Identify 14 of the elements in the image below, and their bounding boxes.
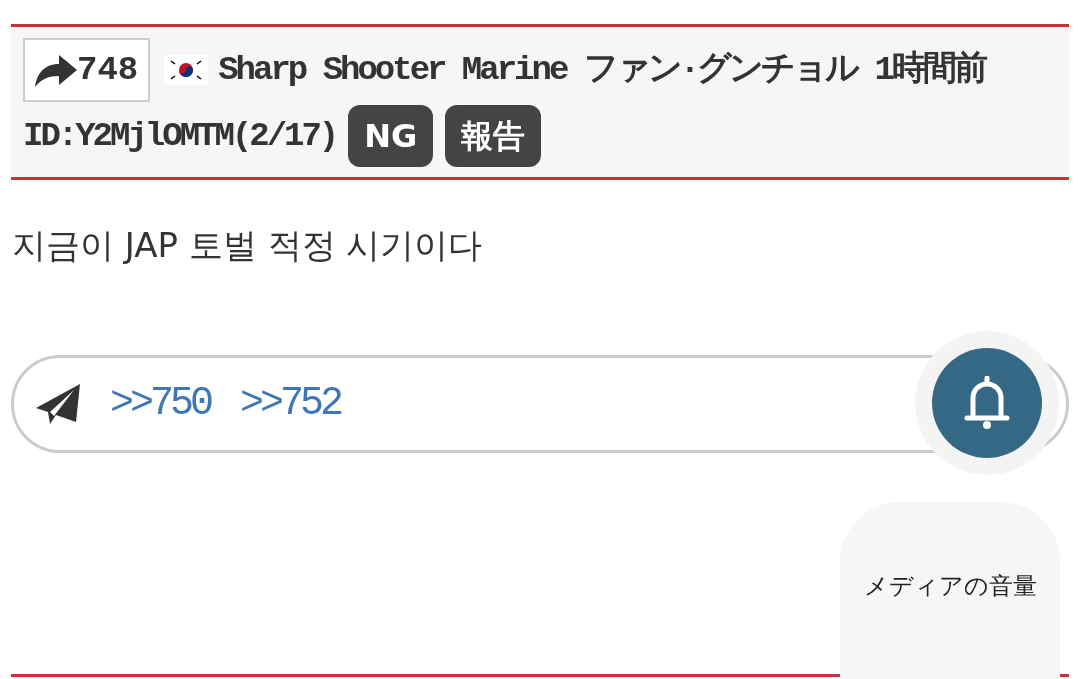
volume-label: メディアの音量: [863, 572, 1037, 600]
paper-plane-icon: [36, 382, 80, 426]
poster-name: Sharp Shooter Marine ファン·グンチョル: [218, 51, 858, 89]
post-number-button[interactable]: 748: [23, 38, 151, 102]
poster-id: ID:Y2MjlOMTM(2/17): [23, 117, 337, 155]
post-body: 지금이 JAP 토벌 적정 시기이다: [12, 224, 484, 267]
share-arrow-icon: [35, 53, 77, 87]
reply-link[interactable]: >>752: [240, 374, 341, 434]
report-button[interactable]: 報告: [445, 105, 542, 168]
ng-button[interactable]: NG: [348, 105, 434, 168]
reply-link[interactable]: >>750: [110, 374, 211, 434]
post-time: 1時間前: [874, 51, 985, 89]
bell-icon: [963, 376, 1011, 430]
notification-button[interactable]: [932, 348, 1042, 458]
